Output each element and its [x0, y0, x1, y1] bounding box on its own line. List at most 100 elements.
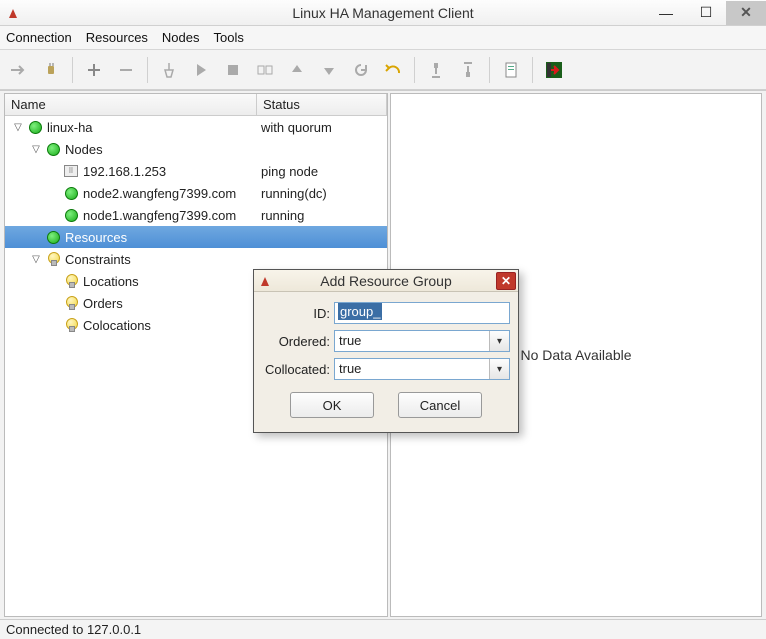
id-label: ID:: [262, 306, 334, 321]
tree-row-label: Colocations: [83, 318, 151, 333]
tree-row-status: running(dc): [257, 186, 383, 201]
form-row-ordered: Ordered: true ▾: [262, 330, 510, 352]
collocated-value: true: [335, 359, 489, 379]
bulb-icon: [45, 251, 61, 267]
expander-icon[interactable]: ▽: [29, 142, 43, 156]
status-green-icon: [45, 229, 61, 245]
menubar: Connection Resources Nodes Tools: [0, 26, 766, 50]
app-icon: [6, 6, 20, 20]
tree-row-status: with quorum: [257, 120, 383, 135]
window-maximize-button[interactable]: ☐: [686, 1, 726, 25]
ordered-label: Ordered:: [262, 334, 334, 349]
status-green-icon: [45, 141, 61, 157]
add-resource-group-dialog: Add Resource Group ✕ ID: group_ Ordered:…: [253, 269, 519, 433]
tree-row-label: Constraints: [65, 252, 131, 267]
ok-button[interactable]: OK: [290, 392, 374, 418]
window-minimize-button[interactable]: —: [646, 1, 686, 25]
tree-row[interactable]: ▽ linux-ha with quorum: [5, 116, 387, 138]
toolbar-separator: [489, 57, 490, 83]
tree-row[interactable]: node1.wangfeng7399.com running: [5, 204, 387, 226]
remove-icon[interactable]: [111, 55, 141, 85]
ordered-combo[interactable]: true ▾: [334, 330, 510, 352]
tree-header-name[interactable]: Name: [5, 94, 257, 115]
expander-placeholder: [47, 274, 61, 288]
id-input[interactable]: group_: [334, 302, 510, 324]
window-controls: — ☐ ✕: [646, 1, 766, 25]
toolbar-separator: [72, 57, 73, 83]
stop-icon[interactable]: [218, 55, 248, 85]
tree-row-label: Orders: [83, 296, 123, 311]
tree-row-label: linux-ha: [47, 120, 93, 135]
chevron-down-icon[interactable]: ▾: [489, 359, 509, 379]
start-icon[interactable]: [186, 55, 216, 85]
undo-icon[interactable]: [378, 55, 408, 85]
document-icon[interactable]: [496, 55, 526, 85]
bulb-icon: [63, 273, 79, 289]
dialog-titlebar[interactable]: Add Resource Group ✕: [254, 270, 518, 292]
tree-row[interactable]: ▽ Nodes: [5, 138, 387, 160]
menu-resources[interactable]: Resources: [86, 30, 148, 45]
tree-header: Name Status: [5, 94, 387, 116]
expander-placeholder: [47, 164, 61, 178]
bulb-icon: [63, 295, 79, 311]
tree-row-status: ping node: [257, 164, 383, 179]
dialog-close-button[interactable]: ✕: [496, 272, 516, 290]
tree-row-label: Locations: [83, 274, 139, 289]
toolbar: [0, 50, 766, 90]
tree-row-label: 192.168.1.253: [83, 164, 166, 179]
collocated-combo[interactable]: true ▾: [334, 358, 510, 380]
connect-icon[interactable]: [4, 55, 34, 85]
cleanup-icon[interactable]: [154, 55, 184, 85]
dialog-title: Add Resource Group: [254, 273, 518, 289]
migrate-icon[interactable]: [250, 55, 280, 85]
standby-icon[interactable]: [421, 55, 451, 85]
dialog-body: ID: group_ Ordered: true ▾ Collocated: t…: [254, 292, 518, 432]
toolbar-separator: [414, 57, 415, 83]
form-row-collocated: Collocated: true ▾: [262, 358, 510, 380]
statusbar-text: Connected to 127.0.0.1: [6, 622, 141, 637]
detail-empty-text: No Data Available: [520, 347, 631, 363]
menu-connection[interactable]: Connection: [6, 30, 72, 45]
chevron-down-icon[interactable]: ▾: [489, 331, 509, 351]
up-icon[interactable]: [282, 55, 312, 85]
cancel-button[interactable]: Cancel: [398, 392, 482, 418]
window-close-button[interactable]: ✕: [726, 1, 766, 25]
form-row-id: ID: group_: [262, 302, 510, 324]
down-icon[interactable]: [314, 55, 344, 85]
expander-placeholder: [47, 318, 61, 332]
expander-placeholder: [47, 186, 61, 200]
status-green-icon: [63, 207, 79, 223]
status-green-icon: [63, 185, 79, 201]
dialog-button-row: OK Cancel: [262, 386, 510, 428]
toolbar-separator: [532, 57, 533, 83]
tree-row[interactable]: Resources: [5, 226, 387, 248]
tree-row[interactable]: node2.wangfeng7399.com running(dc): [5, 182, 387, 204]
collocated-label: Collocated:: [262, 362, 334, 377]
tree-row[interactable]: ⠿ 192.168.1.253 ping node: [5, 160, 387, 182]
statusbar: Connected to 127.0.0.1: [0, 619, 766, 639]
expander-placeholder: [47, 296, 61, 310]
tree-row-status: running: [257, 208, 383, 223]
ip-node-icon: ⠿: [63, 163, 79, 179]
window-titlebar: Linux HA Management Client — ☐ ✕: [0, 0, 766, 26]
ordered-value: true: [335, 331, 489, 351]
tree-row-label: node2.wangfeng7399.com: [83, 186, 236, 201]
toolbar-separator: [147, 57, 148, 83]
tree-row-label: Nodes: [65, 142, 103, 157]
menu-nodes[interactable]: Nodes: [162, 30, 200, 45]
expander-icon[interactable]: ▽: [11, 120, 25, 134]
add-icon[interactable]: [79, 55, 109, 85]
refresh-icon[interactable]: [346, 55, 376, 85]
tree-header-status[interactable]: Status: [257, 94, 387, 115]
exit-icon[interactable]: [539, 55, 569, 85]
tree-row-label: node1.wangfeng7399.com: [83, 208, 236, 223]
tree-row[interactable]: ▽ Constraints: [5, 248, 387, 270]
expander-icon[interactable]: ▽: [29, 252, 43, 266]
bulb-icon: [63, 317, 79, 333]
disconnect-icon[interactable]: [36, 55, 66, 85]
status-green-icon: [27, 119, 43, 135]
menu-tools[interactable]: Tools: [214, 30, 244, 45]
tree-row-label: Resources: [65, 230, 127, 245]
expander-placeholder: [29, 230, 43, 244]
active-icon[interactable]: [453, 55, 483, 85]
